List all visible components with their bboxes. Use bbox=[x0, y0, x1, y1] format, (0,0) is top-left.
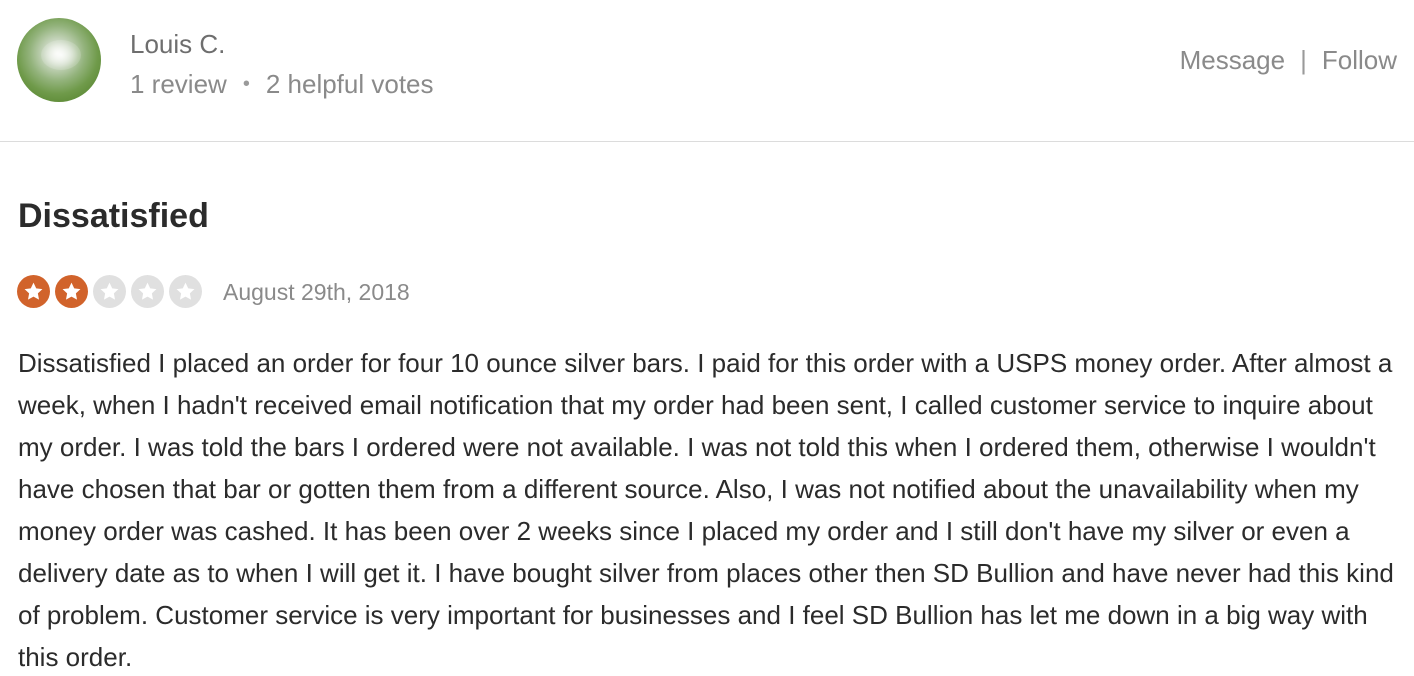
stats-separator: • bbox=[242, 73, 250, 95]
helpful-votes-count: 2 helpful votes bbox=[265, 69, 434, 99]
star-rating bbox=[17, 275, 207, 309]
reviewer-name[interactable]: Louis C. bbox=[130, 28, 225, 60]
star-icon bbox=[62, 282, 81, 300]
star-icon bbox=[24, 282, 43, 300]
star-icon bbox=[100, 282, 119, 300]
avatar[interactable] bbox=[17, 18, 101, 102]
message-link[interactable]: Message bbox=[1180, 45, 1286, 75]
actions-divider: | bbox=[1300, 45, 1307, 75]
star-empty bbox=[131, 275, 164, 308]
review-date: August 29th, 2018 bbox=[223, 279, 410, 305]
review-title: Dissatisfied bbox=[18, 197, 209, 235]
avatar-highlight bbox=[41, 40, 81, 70]
reviewer-header: Louis C. 1 review • 2 helpful votes Messag… bbox=[0, 0, 1414, 142]
star-empty bbox=[169, 275, 202, 308]
star-icon bbox=[138, 282, 157, 300]
follow-link[interactable]: Follow bbox=[1322, 45, 1397, 75]
star-icon bbox=[176, 282, 195, 300]
review-count: 1 review bbox=[130, 69, 227, 99]
review-card: Louis C. 1 review • 2 helpful votes Messag… bbox=[0, 0, 1414, 676]
reviewer-stats: 1 review • 2 helpful votes bbox=[130, 68, 434, 100]
star-filled bbox=[17, 275, 50, 308]
star-filled bbox=[55, 275, 88, 308]
review-body: Dissatisfied I placed an order for four … bbox=[18, 348, 1394, 672]
star-empty bbox=[93, 275, 126, 308]
reviewer-actions: Message | Follow bbox=[1180, 44, 1397, 76]
rating-row: August 29th, 2018 bbox=[17, 275, 410, 309]
